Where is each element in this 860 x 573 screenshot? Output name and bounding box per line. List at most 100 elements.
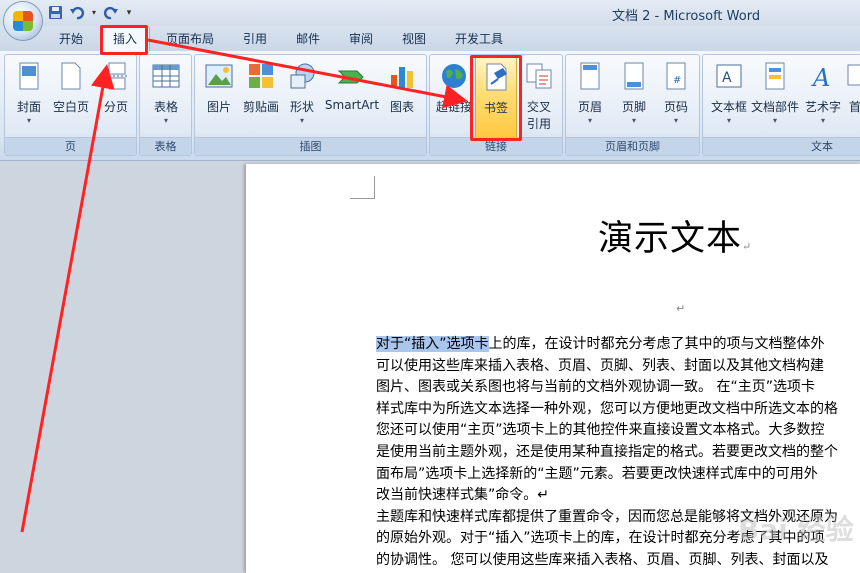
chevron-down-icon: ▾ — [299, 116, 304, 125]
drop-cap-button[interactable]: 首 — [845, 61, 860, 115]
page-number-button[interactable]: # 页码 ▾ — [658, 61, 694, 125]
group-illustrations-label: 插图 — [195, 137, 426, 155]
header-icon — [580, 62, 600, 90]
bar-chart-icon — [391, 67, 413, 88]
footer-icon — [624, 62, 644, 90]
group-text-label: 文本 — [703, 137, 860, 155]
tab-page-layout[interactable]: 页面布局 — [166, 30, 214, 47]
office-button[interactable] — [4, 2, 42, 40]
chevron-down-icon: ▾ — [673, 116, 678, 125]
body-line-text: 上的库，在设计时都充分考虑了其中的项与文档整体外 — [488, 336, 825, 352]
smartart-button[interactable]: SmartArt — [323, 61, 381, 112]
group-illustrations: 图片 剪贴画 形状 ▾ SmartArt 图表 插图 — [194, 54, 427, 156]
page-number-label: 页码 — [663, 100, 688, 114]
group-text: A 文本框 ▾ 文档部件 ▾ A 艺术字 ▾ 首 文本 — [702, 54, 860, 156]
shapes-button[interactable]: 形状 ▾ — [285, 61, 319, 125]
smartart-icon — [337, 70, 364, 84]
tab-references[interactable]: 引用 — [243, 30, 267, 47]
group-pages-label: 页 — [5, 137, 136, 155]
clipart-label: 剪贴画 — [242, 100, 279, 114]
selected-text[interactable]: 对于“插入”选项卡 — [376, 336, 489, 352]
document-title[interactable]: 演示文本↵ — [598, 210, 752, 261]
svg-text:A: A — [811, 64, 830, 91]
body-line: 对于“插入”选项卡上的库，在设计时都充分考虑了其中的项与文档整体外 — [376, 334, 860, 356]
chart-button[interactable]: 图表 — [385, 61, 419, 115]
cross-reference-label-2: 引用 — [526, 117, 551, 131]
empty-paragraph-mark: ↵ — [676, 302, 686, 315]
highlight-box-insert-tab — [100, 25, 148, 55]
quick-parts-button[interactable]: 文档部件 ▾ — [751, 61, 799, 125]
body-line: 改当前快速样式集”命令。↵ — [376, 487, 549, 504]
cover-page-icon — [19, 62, 39, 90]
svg-text:A: A — [722, 70, 732, 86]
tab-review[interactable]: 审阅 — [349, 30, 373, 47]
highlight-box-bookmark — [470, 55, 522, 141]
body-line: 图片、图表或关系图也将与当前的文档外观协调一致。 在“主页”选项卡 — [376, 379, 815, 396]
picture-button[interactable]: 图片 — [201, 61, 237, 115]
shapes-label: 形状 — [289, 100, 314, 114]
page-break-label: 分页 — [103, 100, 128, 114]
group-header-footer: 页眉 ▾ 页脚 ▾ # 页码 ▾ 页眉和页脚 — [565, 54, 700, 156]
hyperlink-label: 超链接 — [435, 100, 472, 114]
cross-reference-icon — [526, 63, 552, 89]
cover-button[interactable]: 封面 ▾ — [11, 61, 47, 125]
quick-parts-icon — [765, 62, 785, 90]
tab-view[interactable]: 视图 — [402, 30, 426, 47]
drop-cap-label: 首 — [848, 100, 860, 114]
body-line: 可以使用这些库来插入表格、页眉、页脚、列表、封面以及其他文档构建 — [376, 357, 824, 374]
ribbon: 封面 ▾ 空白页 分页 页 表格 ▾ 表格 图片 剪贴画 形状 ▾ SmartA… — [0, 51, 860, 161]
body-line: 是使用当前主题外观，还是使用某种直接指定的格式。若要更改文档的整个 — [376, 443, 838, 460]
blank-page-icon — [61, 62, 81, 90]
margin-corner-marker — [350, 176, 375, 199]
chevron-down-icon: ▾ — [726, 116, 731, 125]
save-icon[interactable] — [46, 4, 64, 22]
group-tables: 表格 ▾ 表格 — [139, 54, 192, 156]
picture-icon — [205, 64, 233, 88]
textbox-button[interactable]: A 文本框 ▾ — [707, 61, 751, 125]
document-background-area — [0, 161, 246, 573]
chevron-down-icon: ▾ — [631, 116, 636, 125]
window-title: 文档 2 - Microsoft Word — [612, 9, 761, 24]
cross-reference-button[interactable]: 交叉 引用 — [521, 61, 557, 132]
customize-qat-icon[interactable]: ▾ — [124, 4, 134, 22]
blank-page-label: 空白页 — [52, 100, 89, 114]
wordart-label: 艺术字 — [804, 100, 841, 114]
chevron-down-icon: ▾ — [587, 116, 592, 125]
clipart-icon — [249, 64, 273, 88]
office-logo-icon — [13, 11, 33, 31]
header-button[interactable]: 页眉 ▾ — [572, 61, 608, 125]
document-page[interactable]: 演示文本↵ ↵ 对于“插入”选项卡上的库，在设计时都充分考虑了其中的项与文档整体… — [246, 164, 860, 573]
table-button[interactable]: 表格 ▾ — [148, 61, 184, 125]
chevron-down-icon: ▾ — [772, 116, 777, 125]
shapes-icon — [290, 63, 315, 89]
textbox-label: 文本框 — [710, 100, 747, 114]
footer-button[interactable]: 页脚 ▾ — [616, 61, 652, 125]
clipart-button[interactable]: 剪贴画 — [239, 61, 283, 115]
chevron-down-icon: ▾ — [26, 116, 31, 125]
footer-label: 页脚 — [621, 100, 646, 114]
page-number-icon: # — [666, 62, 686, 90]
blank-page-button[interactable]: 空白页 — [51, 61, 91, 115]
paragraph-mark: ↵ — [742, 240, 753, 253]
undo-dropdown-icon[interactable]: ▾ — [90, 4, 98, 22]
watermark: Bai 经验 — [738, 513, 854, 546]
chevron-down-icon: ▾ — [163, 116, 168, 125]
body-line: 您还可以使用“主页”选项卡上的其他控件来直接设置文本格式。大多数控 — [376, 422, 825, 439]
tab-developer[interactable]: 开发工具 — [455, 30, 503, 47]
page-break-icon — [105, 62, 129, 90]
tab-home[interactable]: 开始 — [59, 30, 83, 47]
redo-icon[interactable] — [102, 4, 120, 22]
hyperlink-button[interactable]: 超链接 — [433, 61, 475, 115]
cover-button-label: 封面 — [16, 100, 41, 114]
title-bar: ▾ ▾ 文档 2 - Microsoft Word — [0, 0, 860, 26]
wordart-button[interactable]: A 艺术字 ▾ — [803, 61, 843, 125]
textbox-icon: A — [716, 64, 742, 88]
group-tables-label: 表格 — [140, 137, 191, 155]
svg-text:#: # — [673, 75, 681, 86]
body-line: 样式库中为所选文本选择一种外观，您可以方便地更改文档中所选文本的格 — [376, 400, 838, 417]
picture-label: 图片 — [206, 100, 231, 114]
undo-icon[interactable] — [68, 4, 86, 22]
tab-mailings[interactable]: 邮件 — [296, 30, 320, 47]
wordart-icon: A — [811, 64, 830, 92]
page-break-button[interactable]: 分页 — [99, 61, 133, 115]
